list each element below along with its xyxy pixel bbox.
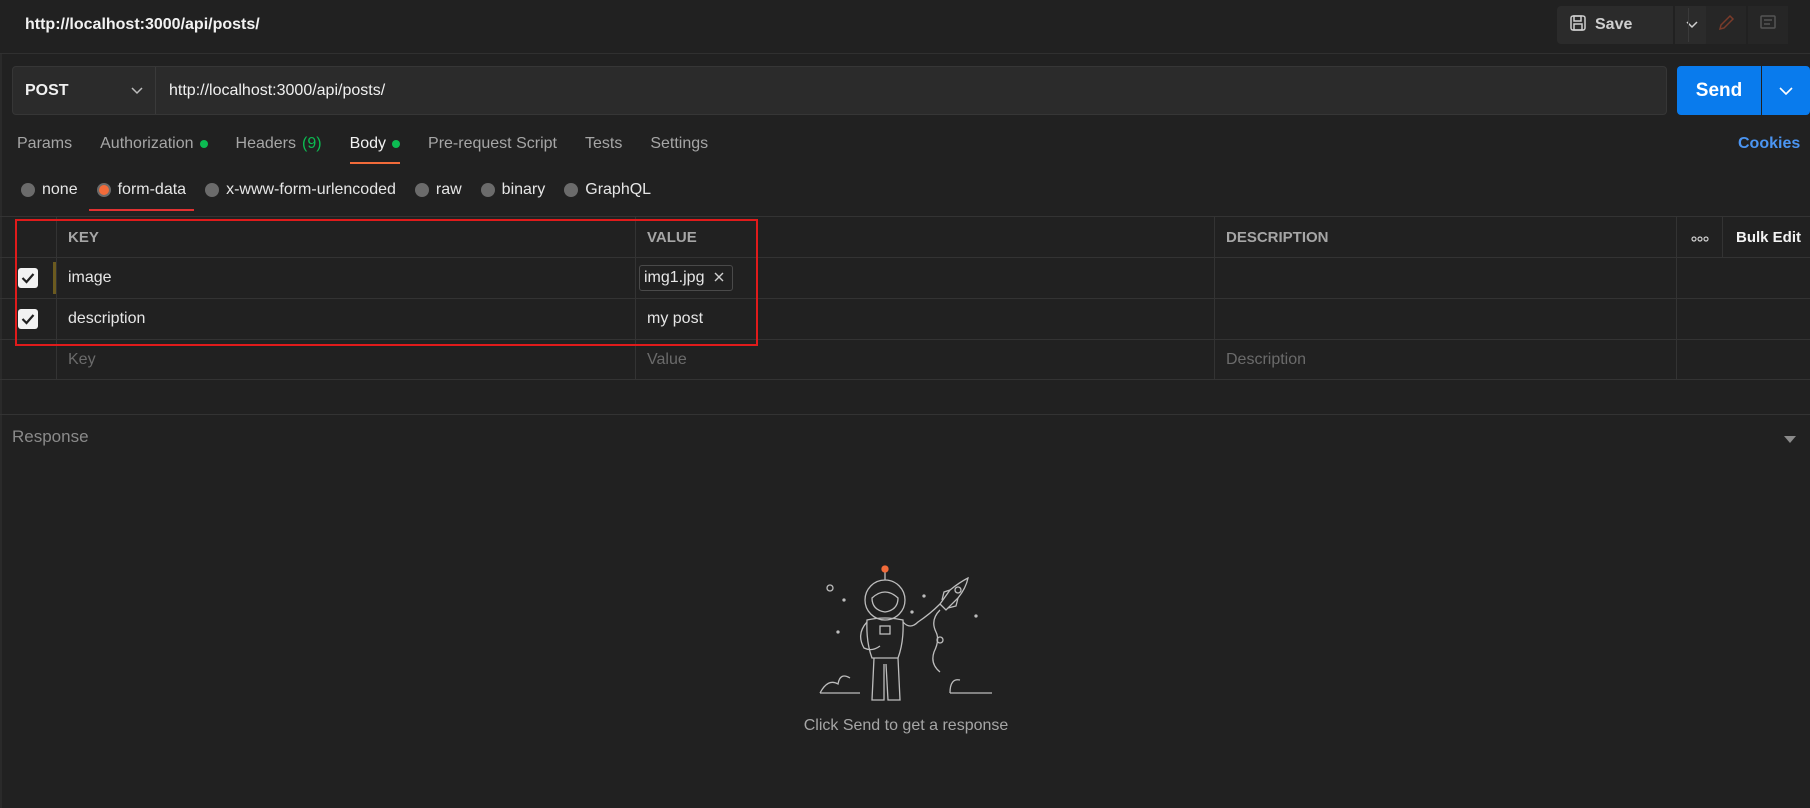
body-type-label: raw	[435, 181, 462, 198]
save-icon	[1569, 14, 1587, 37]
left-rail	[0, 54, 2, 808]
tab-label: Tests	[584, 135, 623, 152]
tab-label: Pre-request Script	[428, 135, 557, 152]
save-label: Save	[1595, 16, 1633, 33]
request-header: http://localhost:3000/api/posts/ Save	[0, 0, 1810, 54]
body-type-label: GraphQL	[585, 181, 652, 198]
method-select[interactable]: POST	[13, 67, 156, 114]
response-divider	[0, 414, 1810, 415]
table-row: image img1.jpg	[0, 257, 1810, 298]
send-group: Send	[1677, 66, 1810, 115]
radio-button	[21, 183, 35, 197]
more-horizontal-icon	[1690, 229, 1709, 246]
empty-response-message: Click Send to get a response	[803, 717, 1009, 734]
status-dot	[392, 140, 401, 148]
send-options-button[interactable]	[1762, 66, 1810, 115]
body-type-label: binary	[501, 181, 546, 198]
key-cell[interactable]: image	[57, 258, 636, 298]
comments-button[interactable]	[1748, 6, 1788, 44]
value-cell[interactable]: my post	[636, 299, 1215, 339]
comment-icon	[1759, 14, 1777, 37]
chevron-down-icon	[1779, 82, 1793, 100]
column-header-description: DESCRIPTION	[1215, 217, 1677, 257]
tab-authorization[interactable]: Authorization	[100, 135, 208, 163]
body-type-label: form-data	[117, 181, 187, 198]
value-cell[interactable]: img1.jpg	[636, 258, 1215, 298]
table-row-empty: Key Value Description	[0, 339, 1810, 380]
body-type-form-data[interactable]: form-data	[88, 181, 195, 211]
row-check-cell	[0, 340, 57, 380]
file-chip: img1.jpg	[639, 265, 734, 291]
row-checkbox[interactable]	[18, 268, 38, 288]
tab-label: Authorization	[100, 135, 194, 152]
url-input[interactable]	[156, 67, 1666, 114]
save-button[interactable]: Save	[1557, 6, 1673, 44]
request-title[interactable]: http://localhost:3000/api/posts/	[25, 16, 260, 34]
tab-tests[interactable]: Tests	[585, 135, 622, 163]
tab-label: Headers	[235, 135, 296, 152]
row-checkbox[interactable]	[18, 309, 38, 329]
radio-button	[205, 183, 220, 197]
caret-down-icon	[1784, 431, 1796, 448]
body-type-none[interactable]: none	[21, 181, 78, 209]
tab-settings[interactable]: Settings	[650, 135, 708, 163]
description-input[interactable]: Description	[1215, 340, 1677, 380]
key-input[interactable]: Key	[57, 340, 636, 380]
url-bar: POST	[12, 66, 1667, 115]
body-type-label: none	[42, 181, 78, 198]
collapse-response-button[interactable]	[1784, 431, 1796, 449]
body-type-raw[interactable]: raw	[414, 181, 462, 209]
response-label[interactable]: Response	[12, 427, 89, 447]
request-tabs: Params Authorization Headers (9) Body Pre…	[17, 135, 736, 164]
radio-button	[564, 183, 579, 197]
save-group: Save	[1557, 6, 1709, 44]
radio-button	[414, 183, 429, 197]
bulk-edit-button[interactable]: Bulk Edit	[1723, 217, 1810, 257]
status-dot	[199, 140, 208, 148]
description-cell[interactable]	[1215, 258, 1677, 298]
chevron-down-icon	[131, 82, 143, 100]
toolbar-divider	[1688, 8, 1689, 42]
file-name: img1.jpg	[644, 269, 705, 286]
form-data-table: KEY VALUE DESCRIPTION Bulk Edit image im…	[0, 216, 1810, 380]
tab-headers[interactable]: Headers (9)	[236, 135, 322, 163]
cookies-link[interactable]: Cookies	[1738, 135, 1800, 153]
table-header-row: KEY VALUE DESCRIPTION Bulk Edit	[0, 216, 1810, 257]
tab-label: Params	[17, 135, 73, 152]
body-type-selector: none form-data x-www-form-urlencoded raw…	[21, 181, 670, 211]
headers-count: (9)	[302, 135, 322, 152]
astronaut-illustration	[800, 560, 1012, 715]
more-options-button[interactable]	[1677, 217, 1723, 257]
description-cell[interactable]	[1215, 299, 1677, 339]
pencil-icon	[1717, 14, 1735, 37]
header-check-cell	[0, 217, 57, 257]
tab-pre-request-script[interactable]: Pre-request Script	[428, 135, 557, 163]
key-cell[interactable]: description	[57, 299, 636, 339]
tab-label: Settings	[650, 135, 709, 152]
radio-button	[480, 183, 495, 197]
row-check-cell	[0, 258, 57, 298]
close-icon[interactable]	[714, 269, 724, 287]
tab-body[interactable]: Body	[349, 135, 401, 164]
edit-button[interactable]	[1706, 6, 1746, 44]
body-type-urlencoded[interactable]: x-www-form-urlencoded	[205, 181, 396, 209]
column-header-value: VALUE	[636, 217, 1215, 257]
table-row: description my post	[0, 298, 1810, 339]
column-header-key: KEY	[57, 217, 636, 257]
body-type-binary[interactable]: binary	[480, 181, 546, 209]
send-button[interactable]: Send	[1677, 66, 1761, 115]
row-check-cell	[0, 299, 57, 339]
save-options-button[interactable]	[1675, 6, 1709, 44]
radio-button-selected	[96, 183, 111, 197]
method-label: POST	[25, 81, 69, 99]
body-type-graphql[interactable]: GraphQL	[564, 181, 651, 209]
value-input[interactable]: Value	[636, 340, 1215, 380]
tab-label: Body	[349, 135, 387, 152]
tab-params[interactable]: Params	[17, 135, 72, 163]
body-type-label: x-www-form-urlencoded	[226, 181, 396, 198]
